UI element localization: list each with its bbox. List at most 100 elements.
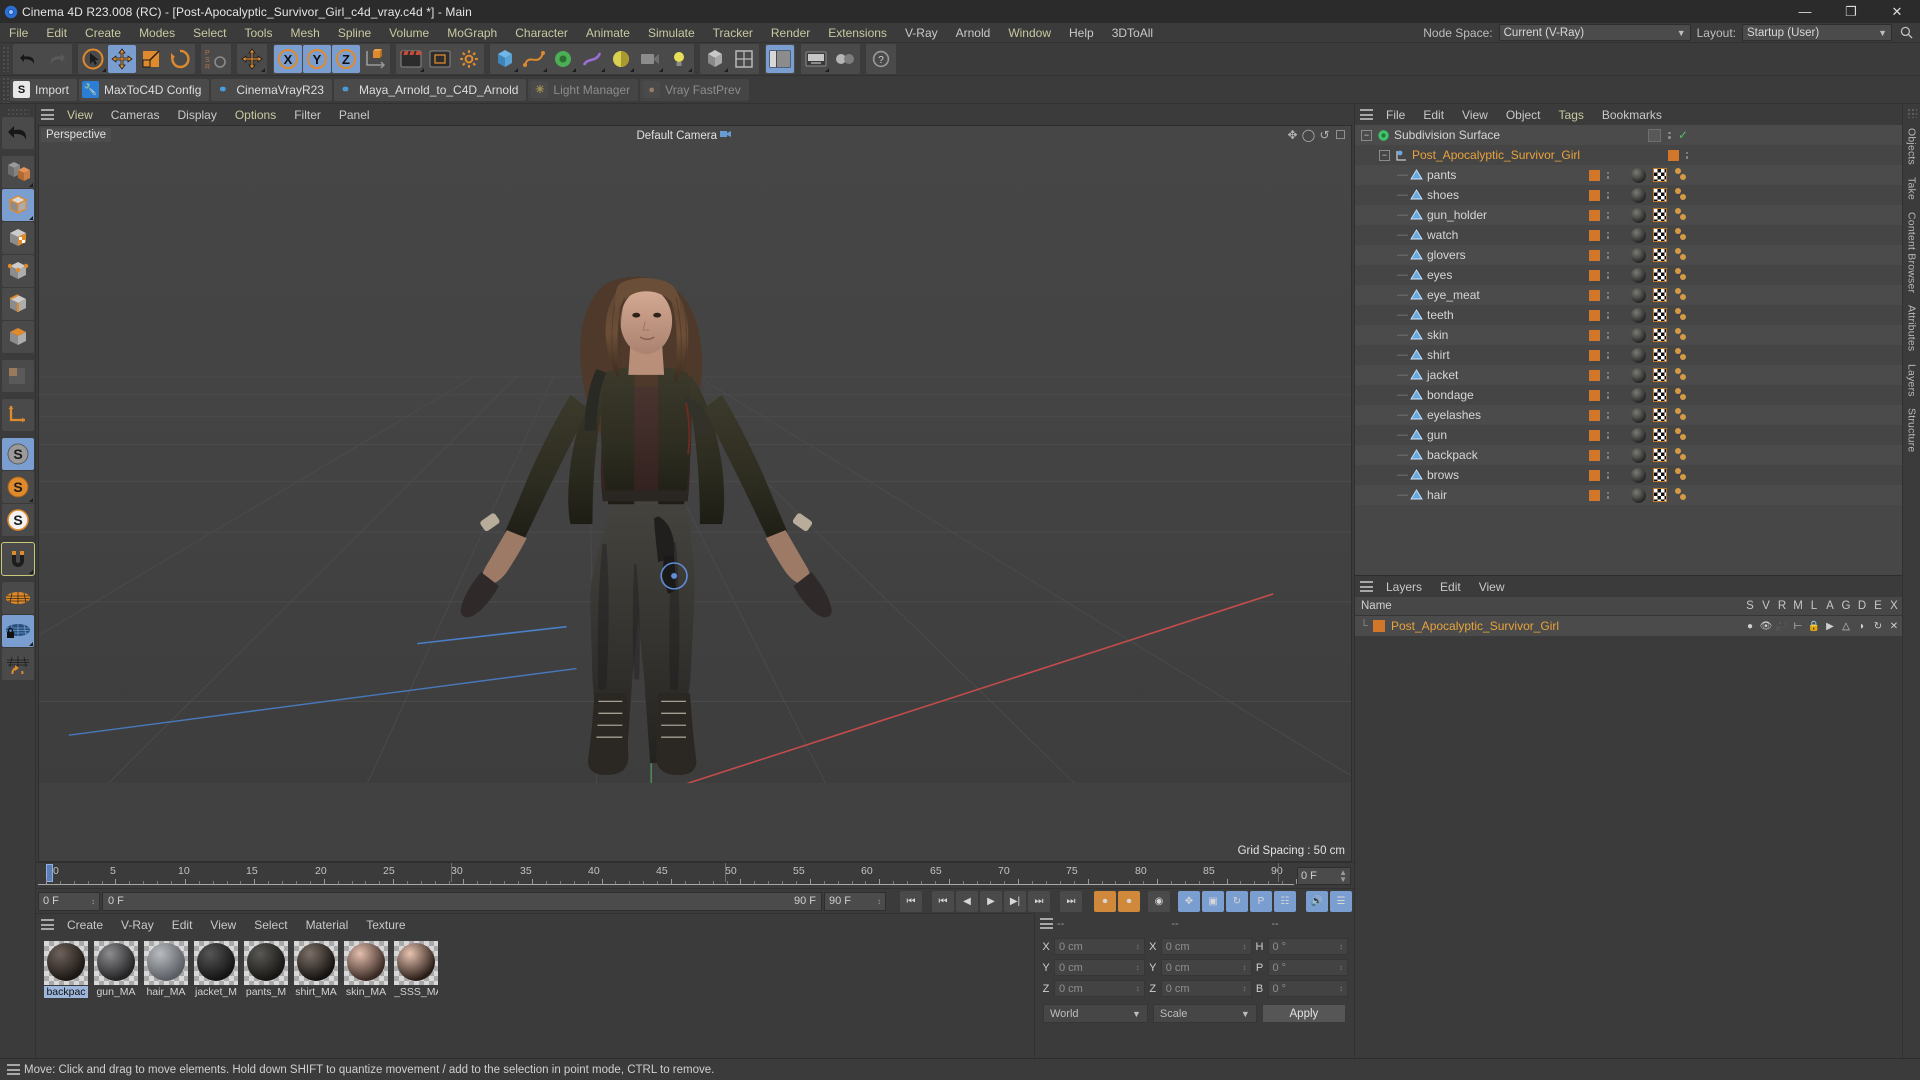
plugin-cinemavray-button[interactable]: ⚭ CinemaVrayR23 [211, 78, 332, 101]
layer-color-tag[interactable] [1588, 269, 1600, 281]
material-preview-swatch[interactable] [394, 941, 438, 985]
menu-volume[interactable]: Volume [380, 23, 438, 43]
layer-visible-icon[interactable]: 👁 [1758, 621, 1774, 632]
visibility-dots-icon[interactable] [1606, 331, 1609, 339]
material-menu-create[interactable]: Create [58, 915, 112, 935]
object-row[interactable]: − Subdivision Surface ✓ [1355, 125, 1902, 145]
material-name-label[interactable]: pants_M [244, 986, 288, 998]
material-menu-texture[interactable]: Texture [357, 915, 414, 935]
magnet-tool-button[interactable] [0, 542, 35, 576]
stepper-icon[interactable]: ↕ [1136, 984, 1140, 993]
polygon-object-icon[interactable] [1409, 448, 1423, 462]
selection-tag-icon[interactable] [1674, 248, 1688, 262]
tab-objects[interactable]: Objects [1906, 122, 1918, 171]
visibility-dots-icon[interactable] [1606, 191, 1609, 199]
polygon-object-icon[interactable] [1409, 268, 1423, 282]
axis-modify-button[interactable] [1, 399, 34, 431]
selection-tag-icon[interactable] [1674, 268, 1688, 282]
material-menu-edit[interactable]: Edit [163, 915, 202, 935]
plugin-light-manager-button[interactable]: ☀ Light Manager [528, 78, 639, 101]
sound-button[interactable]: 🔊 [1306, 890, 1328, 912]
menu-vray[interactable]: V-Ray [896, 23, 947, 43]
material-name-label[interactable]: skin_MA [344, 986, 388, 998]
menu-file[interactable]: File [0, 23, 37, 43]
menu-tools[interactable]: Tools [235, 23, 281, 43]
uvw-tag-icon[interactable] [1653, 268, 1667, 282]
layer-color-tag[interactable] [1588, 329, 1600, 341]
layer-color-tag[interactable] [1588, 469, 1600, 481]
lm-menu-view[interactable]: View [1470, 577, 1514, 597]
material-chip[interactable]: pants_M [244, 941, 288, 998]
visibility-dots-icon[interactable] [1606, 471, 1609, 479]
stepper-icon[interactable]: ↕ [1339, 963, 1343, 972]
material-tag-icon[interactable] [1631, 267, 1646, 283]
rotation-h-field[interactable]: 0 ° ↕ [1267, 938, 1348, 955]
selection-tag-icon[interactable] [1674, 188, 1688, 202]
stepper-icon[interactable]: ↕ [1243, 984, 1247, 993]
visibility-dots-icon[interactable] [1606, 291, 1609, 299]
material-tag-icon[interactable] [1631, 327, 1646, 343]
selection-tag-icon[interactable] [1674, 228, 1688, 242]
visibility-dots-icon[interactable] [1606, 211, 1609, 219]
close-button[interactable]: ✕ [1874, 0, 1920, 23]
timeline-settings-button[interactable]: ☰ [1330, 890, 1352, 912]
size-x-field[interactable]: 0 cm ↕ [1160, 938, 1252, 955]
material-name-label[interactable]: hair_MA [144, 986, 188, 998]
visibility-dots-icon[interactable] [1606, 451, 1609, 459]
object-row[interactable]: — eyelashes [1355, 405, 1902, 425]
position-z-field[interactable]: 0 cm ↕ [1054, 980, 1145, 997]
object-row[interactable]: — eye_meat [1355, 285, 1902, 305]
polygon-object-icon[interactable] [1409, 388, 1423, 402]
stepper-icon[interactable]: ↕ [1339, 984, 1343, 993]
om-menu-file[interactable]: File [1377, 105, 1414, 125]
material-tag-icon[interactable] [1631, 227, 1646, 243]
toolbar-grip[interactable] [2, 46, 10, 72]
layer-color-tag[interactable] [1588, 189, 1600, 201]
object-row[interactable]: — jacket [1355, 365, 1902, 385]
layer-generators-icon[interactable]: △ [1838, 621, 1854, 632]
layer-color-tag[interactable] [1588, 369, 1600, 381]
uvw-tag-icon[interactable] [1653, 488, 1667, 502]
visibility-dots-icon[interactable] [1648, 128, 1662, 142]
visibility-dots-icon[interactable] [1606, 391, 1609, 399]
layer-color-tag[interactable] [1588, 289, 1600, 301]
om-menu-edit[interactable]: Edit [1414, 105, 1453, 125]
material-chip[interactable]: backpac [44, 941, 88, 998]
stepper-icon[interactable]: ↕ [1243, 963, 1247, 972]
material-menu-hamburger-icon[interactable] [36, 914, 58, 935]
plugin-toolbar-grip[interactable] [2, 76, 10, 103]
menu-character[interactable]: Character [506, 23, 577, 43]
material-tag-icon[interactable] [1631, 467, 1646, 483]
layer-color-tag[interactable] [1588, 389, 1600, 401]
stepper-icon[interactable]: ↕ [1339, 942, 1343, 951]
menu-modes[interactable]: Modes [130, 23, 184, 43]
layer-manager-hamburger-icon[interactable] [1355, 576, 1377, 597]
align-workplane-button[interactable] [1, 648, 34, 680]
enabled-check-icon[interactable]: ✓ [1678, 128, 1688, 142]
step-back-button[interactable]: ◀ [956, 890, 978, 912]
layer-color-tag[interactable] [1588, 489, 1600, 501]
object-row[interactable]: — hair [1355, 485, 1902, 505]
layer-manager-icon[interactable]: ⊢ [1790, 621, 1806, 632]
add-deformer-button[interactable] [578, 45, 606, 73]
pan-icon[interactable]: ✥ [1286, 128, 1299, 142]
object-row[interactable]: — bondage [1355, 385, 1902, 405]
stepper-icon[interactable]: ↕ [1136, 942, 1140, 951]
lock-y-axis-button[interactable]: Y [303, 45, 331, 73]
timeline-track[interactable]: 0 5 10 15 20 25 30 35 40 45 50 55 60 65 … [38, 862, 1297, 889]
om-menu-object[interactable]: Object [1497, 105, 1550, 125]
uvw-tag-icon[interactable] [1653, 208, 1667, 222]
uvw-tag-icon[interactable] [1653, 468, 1667, 482]
status-bar-hamburger-icon[interactable] [2, 1059, 24, 1080]
viewport-options-button[interactable] [730, 45, 758, 73]
material-tag-icon[interactable] [1631, 387, 1646, 403]
layer-color-tag[interactable] [1588, 429, 1600, 441]
object-row[interactable]: — skin [1355, 325, 1902, 345]
material-preview-swatch[interactable] [244, 941, 288, 985]
point-level-animation-button[interactable]: ☷ [1274, 890, 1296, 912]
step-forward-button[interactable]: ▶| [1004, 890, 1026, 912]
material-chip[interactable]: shirt_MA [294, 941, 338, 998]
enable-snapping-button[interactable]: S [1, 471, 34, 503]
layer-solo-icon[interactable]: ● [1742, 621, 1758, 632]
layer-column-header[interactable]: E [1870, 600, 1886, 612]
